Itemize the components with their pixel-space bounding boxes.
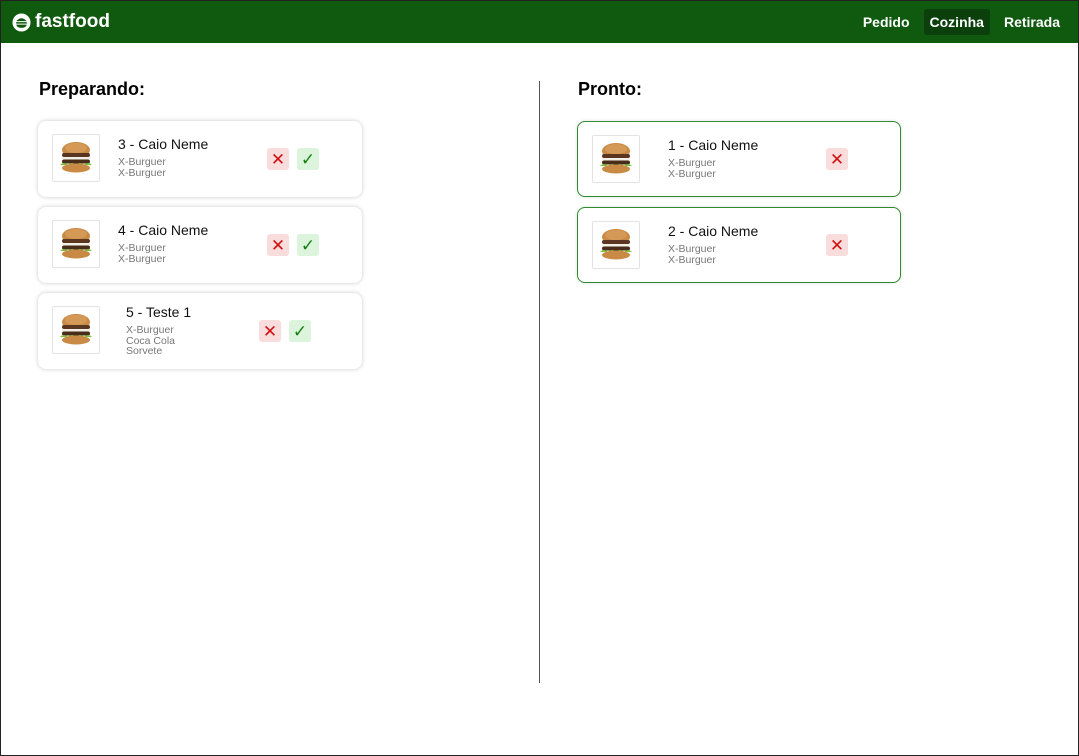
order-card-preparing-3: 3 - Caio Neme X-Burguer X-Burguer ✕ ✓ xyxy=(38,121,362,197)
order-item: X-Burguer xyxy=(668,167,716,180)
close-icon: ✕ xyxy=(829,149,845,169)
close-icon: ✕ xyxy=(270,149,286,169)
check-icon: ✓ xyxy=(292,321,308,341)
ready-title: Pronto: xyxy=(578,79,642,99)
order-item: X-Burguer xyxy=(668,243,716,255)
order-card-preparing-5: 5 - Teste 1 X-Burguer Coca Cola Sorvete … xyxy=(38,293,362,369)
burger-image xyxy=(592,221,640,269)
order-title: 4 - Caio Neme xyxy=(118,222,209,238)
check-icon: ✓ xyxy=(300,235,316,255)
cancel-button[interactable]: ✕ xyxy=(826,148,848,170)
burger-image xyxy=(52,306,100,354)
cancel-button[interactable]: ✕ xyxy=(826,234,848,256)
order-item: Sorvete xyxy=(126,345,163,357)
order-item: X-Burguer xyxy=(118,242,166,254)
nav-cozinha[interactable]: Cozinha xyxy=(923,9,990,35)
column-divider xyxy=(539,81,540,683)
order-card-ready-1: 1 - Caio Neme X-Burguer X-Burguer ✕ xyxy=(577,121,901,197)
confirm-button[interactable]: ✓ xyxy=(289,320,311,342)
nav-retirada[interactable]: Retirada xyxy=(998,9,1066,35)
order-item: X-Burguer xyxy=(118,252,166,265)
order-title: 5 - Teste 1 xyxy=(126,304,192,320)
order-item: X-Burguer xyxy=(118,166,166,179)
burger-image xyxy=(52,134,100,182)
cancel-button[interactable]: ✕ xyxy=(267,234,289,256)
cancel-button[interactable]: ✕ xyxy=(259,320,281,342)
order-card-preparing-4: 4 - Caio Neme X-Burguer X-Burguer ✕ ✓ xyxy=(38,207,362,283)
confirm-button[interactable]: ✓ xyxy=(297,148,319,170)
order-title: 3 - Caio Neme xyxy=(118,136,209,152)
order-item: X-Burguer xyxy=(118,156,166,168)
brand[interactable]: fastfood xyxy=(12,11,110,33)
burger-image xyxy=(592,135,640,183)
burger-logo-icon xyxy=(12,12,31,32)
cancel-button[interactable]: ✕ xyxy=(267,148,289,170)
preparing-title: Preparando: xyxy=(39,79,146,99)
close-icon: ✕ xyxy=(270,235,286,255)
order-item: X-Burguer xyxy=(126,324,174,336)
order-item: X-Burguer xyxy=(668,253,716,266)
order-title: 2 - Caio Neme xyxy=(668,223,759,239)
order-title: 1 - Caio Neme xyxy=(668,137,759,153)
confirm-button[interactable]: ✓ xyxy=(297,234,319,256)
burger-image xyxy=(52,220,100,268)
close-icon: ✕ xyxy=(262,321,278,341)
nav-pedido[interactable]: Pedido xyxy=(857,9,916,35)
brand-name: fastfood xyxy=(35,11,110,32)
top-navbar: fastfood Pedido Cozinha Retirada xyxy=(1,1,1078,43)
close-icon: ✕ xyxy=(829,235,845,255)
order-item: X-Burguer xyxy=(668,157,716,169)
check-icon: ✓ xyxy=(300,149,316,169)
main-nav: Pedido Cozinha Retirada xyxy=(857,9,1066,35)
order-card-ready-2: 2 - Caio Neme X-Burguer X-Burguer ✕ xyxy=(577,207,901,283)
